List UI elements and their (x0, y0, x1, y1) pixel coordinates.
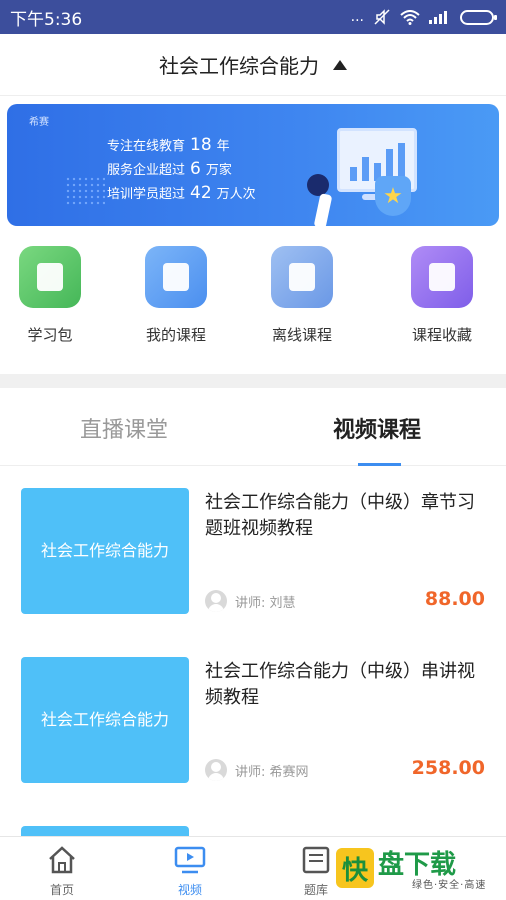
course-title[interactable]: 社会工作综合能力（中级）串讲视频教程 (205, 659, 485, 711)
tab-video[interactable]: 视频课程 (333, 412, 421, 444)
nav-label[interactable]: 首页 (22, 881, 102, 898)
course-item[interactable]: 社会工作综合能力 社会工作综合能力（中级）串讲视频教程 讲师: 希赛网 258.… (0, 657, 506, 797)
quick-label[interactable]: 学习包 (0, 324, 100, 345)
page-title[interactable]: 社会工作综合能力 (159, 50, 319, 79)
avatar-icon (205, 590, 227, 612)
status-bar: 下午5:36 ... (0, 0, 506, 34)
star-shield-icon: ★ (375, 176, 411, 216)
cell-signal-icon (429, 11, 447, 24)
course-item[interactable]: 社会工作综合能力 社会工作综合能力（中级）章节习题班视频教程 讲师: 刘慧 88… (0, 488, 506, 628)
home-icon[interactable] (47, 845, 77, 875)
quick-favorites[interactable]: 课程收藏 (392, 246, 492, 345)
active-tab-indicator (358, 463, 401, 466)
person-body-illustration (313, 193, 333, 226)
quick-label[interactable]: 课程收藏 (392, 324, 492, 345)
nav-home[interactable]: 首页 (22, 837, 102, 898)
dot-pattern-decoration (65, 176, 105, 206)
quick-actions: 学习包 我的课程 离线课程 课程收藏 (0, 246, 506, 356)
quick-study-package[interactable]: 学习包 (0, 246, 100, 345)
offline-icon[interactable] (271, 246, 333, 308)
course-price: 88.00 (424, 588, 485, 610)
teacher-name: 讲师: 刘慧 (235, 595, 296, 611)
banner-line: 培训学员超过 42 万人次 (107, 183, 256, 203)
banner-line: 专注在线教育 18 年 (107, 135, 230, 155)
book-icon[interactable] (19, 246, 81, 308)
more-dots-icon: ... (350, 9, 364, 25)
nav-video[interactable]: 视频 (150, 837, 230, 898)
avatar-icon (205, 759, 227, 781)
watermark-slogan: 绿色·安全·高速 (412, 880, 487, 891)
video-lesson-icon[interactable] (145, 246, 207, 308)
quick-label[interactable]: 离线课程 (252, 324, 352, 345)
battery-icon (460, 9, 497, 25)
wifi-icon (400, 9, 420, 25)
tab-live[interactable]: 直播课堂 (80, 412, 168, 444)
course-price: 258.00 (411, 757, 485, 779)
status-icons: ... (350, 9, 497, 25)
course-thumbnail[interactable]: 社会工作综合能力 (21, 488, 189, 614)
watermark-logo: 快 盘下载 绿色·安全·高速 (330, 842, 506, 894)
nav-label[interactable]: 视频 (150, 881, 230, 898)
course-thumbnail-partial (21, 826, 189, 836)
course-teacher: 讲师: 希赛网 (205, 759, 309, 781)
promo-banner[interactable]: 希赛 专注在线教育 18 年 服务企业超过 6 万家 培训学员超过 42 万人次 ★ (7, 104, 499, 226)
banner-brand: 希赛 (29, 117, 49, 128)
section-divider (0, 374, 506, 388)
person-illustration (307, 174, 329, 196)
course-thumbnail[interactable]: 社会工作综合能力 (21, 657, 189, 783)
favorite-icon[interactable] (411, 246, 473, 308)
banner-lines: 专注在线教育 18 年 服务企业超过 6 万家 培训学员超过 42 万人次 (107, 134, 256, 206)
course-tabs: 直播课堂 视频课程 (0, 388, 506, 466)
banner-line: 服务企业超过 6 万家 (107, 159, 232, 179)
quick-offline-courses[interactable]: 离线课程 (252, 246, 352, 345)
question-bank-icon[interactable] (301, 845, 331, 875)
quick-label[interactable]: 我的课程 (126, 324, 226, 345)
teacher-name: 讲师: 希赛网 (235, 764, 309, 780)
quick-my-courses[interactable]: 我的课程 (126, 246, 226, 345)
tv-icon[interactable] (174, 845, 206, 875)
mute-icon (374, 9, 390, 25)
header[interactable]: 社会工作综合能力 (0, 34, 506, 96)
course-title[interactable]: 社会工作综合能力（中级）章节习题班视频教程 (205, 490, 485, 542)
watermark-icon: 快 (336, 848, 374, 888)
course-teacher: 讲师: 刘慧 (205, 590, 296, 612)
status-time: 下午5:36 (10, 9, 83, 30)
caret-up-icon[interactable] (333, 59, 347, 70)
